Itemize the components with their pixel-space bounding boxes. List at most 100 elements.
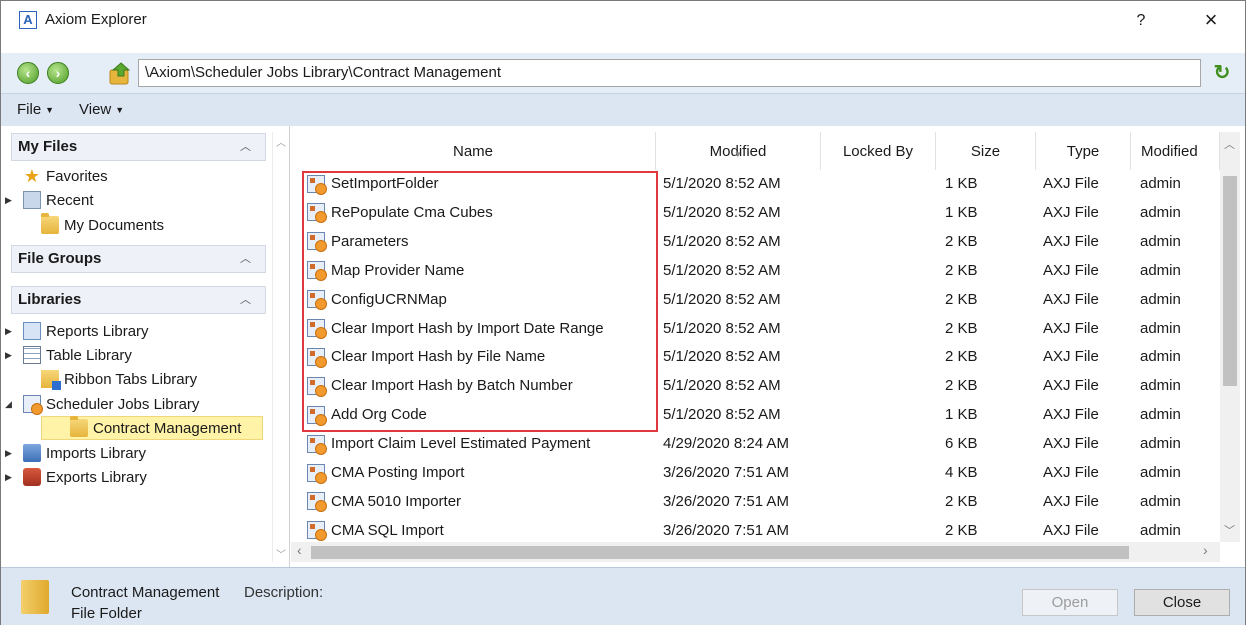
modified-by-cell: admin: [1140, 319, 1181, 337]
path-field[interactable]: \Axiom\Scheduler Jobs Library\Contract M…: [138, 59, 1201, 87]
tree-item-imports-library[interactable]: ▶ Imports Library: [5, 441, 146, 465]
size-cell: 4 KB: [945, 464, 978, 481]
scroll-up-icon[interactable]: ︿: [276, 134, 286, 149]
selected-item-type: File Folder: [71, 605, 142, 622]
file-name-cell: CMA 5010 Importer: [307, 487, 657, 516]
type-cell: AXJ File: [1043, 521, 1099, 539]
column-header-modified[interactable]: ▼ Modified: [656, 132, 821, 170]
modified-cell: 5/1/2020 8:52 AM: [663, 406, 781, 424]
type-cell: AXJ File: [1043, 464, 1099, 481]
table-row[interactable]: Parameters 5/1/2020 8:52 AM 2 KB AXJ File ad…: [291, 227, 1211, 256]
table-row[interactable]: Clear Import Hash by File Name 5/1/2020 8…: [291, 342, 1211, 371]
scheduler-job-icon: [307, 492, 327, 513]
dropdown-arrow-icon: ▼: [115, 105, 125, 116]
tree-item-exports-library[interactable]: ▶ Exports Library: [5, 465, 147, 489]
table-row[interactable]: Map Provider Name 5/1/2020 8:52 AM 2 KB AXJ…: [291, 256, 1211, 285]
tree-item-scheduler-jobs-library[interactable]: ◢ Scheduler Jobs Library: [5, 392, 199, 416]
view-menu-label: View: [79, 101, 112, 118]
scroll-down-icon[interactable]: ﹀: [1224, 522, 1235, 538]
expand-arrow-icon[interactable]: ▶: [5, 472, 17, 483]
table-row[interactable]: CMA 5010 Importer 3/26/2020 7:51 AM 2 KB AX…: [291, 487, 1211, 516]
back-button[interactable]: ‹: [17, 62, 39, 84]
table-row[interactable]: RePopulate Cma Cubes 5/1/2020 8:52 AM 1 KB…: [291, 198, 1211, 227]
tree-item-table-library[interactable]: ▶ Table Library: [5, 343, 132, 367]
table-row[interactable]: SetImportFolder 5/1/2020 8:52 AM 1 KB AXJ F…: [291, 169, 1211, 198]
scroll-left-icon[interactable]: ‹: [297, 542, 302, 558]
table-row[interactable]: Add Org Code 5/1/2020 8:52 AM 1 KB AXJ File…: [291, 400, 1211, 429]
open-button[interactable]: Open: [1022, 589, 1118, 616]
table-row[interactable]: Import Claim Level Estimated Payment 4/29…: [291, 429, 1211, 458]
scheduler-job-icon: [307, 347, 327, 368]
modified-by-cell: admin: [1140, 521, 1181, 539]
file-name-cell: CMA SQL Import: [307, 516, 657, 545]
tree-item-ribbon-tabs-library[interactable]: Ribbon Tabs Library: [41, 367, 197, 391]
tree-item-favorites[interactable]: ★ Favorites: [23, 164, 108, 188]
type-cell: AXJ File: [1043, 435, 1099, 453]
modified-cell: 3/26/2020 7:51 AM: [663, 492, 789, 510]
tree-item-label: Contract Management: [93, 419, 242, 437]
scheduler-job-icon: [307, 434, 327, 455]
description-label: Description:: [244, 584, 324, 601]
table-row[interactable]: Clear Import Hash by Import Date Range 5/…: [291, 314, 1211, 343]
axiom-explorer-window: A Axiom Explorer ? × ‹ › \Axiom\Schedule…: [0, 0, 1246, 625]
table-row[interactable]: ConfigUCRNMap 5/1/2020 8:52 AM 2 KB AXJ Fil…: [291, 285, 1211, 314]
tree-item-my-documents[interactable]: My Documents: [41, 213, 164, 237]
refresh-icon: ↻: [1213, 62, 1231, 84]
expand-arrow-icon[interactable]: ▶: [5, 448, 17, 459]
close-button[interactable]: Close: [1134, 589, 1230, 616]
horizontal-scroll-thumb[interactable]: [311, 546, 1129, 559]
column-header-name[interactable]: Name: [291, 132, 656, 170]
modified-by-cell: admin: [1140, 377, 1181, 395]
file-name: ConfigUCRNMap: [331, 290, 447, 308]
my-files-header[interactable]: My Files ︿: [11, 133, 266, 161]
libraries-header[interactable]: Libraries ︿: [11, 286, 266, 314]
expand-arrow-icon[interactable]: ▶: [5, 350, 17, 361]
details-bar: Contract Management File Folder Descript…: [1, 567, 1245, 625]
title-bar: A Axiom Explorer ? ×: [1, 1, 1245, 41]
scheduler-job-icon: [307, 290, 327, 311]
modified-cell: 5/1/2020 8:52 AM: [663, 175, 781, 192]
address-bar: ‹ › \Axiom\Scheduler Jobs Library\Contra…: [1, 53, 1245, 93]
size-cell: 1 KB: [945, 203, 978, 221]
up-folder-icon: [109, 62, 131, 85]
navigation-scrollbar[interactable]: ︿ ﹀: [272, 132, 289, 562]
collapse-arrow-icon[interactable]: ◢: [5, 399, 17, 410]
modified-cell: 5/1/2020 8:52 AM: [663, 377, 781, 395]
table-row[interactable]: CMA SQL Import 3/26/2020 7:51 AM 2 KB AXJ F…: [291, 516, 1211, 545]
locked-by-cell: [821, 371, 941, 400]
table-row[interactable]: CMA Posting Import 3/26/2020 7:51 AM 4 KB A…: [291, 458, 1211, 487]
vertical-scroll-thumb[interactable]: [1223, 176, 1237, 386]
tree-item-recent[interactable]: ▶ Recent: [5, 188, 94, 212]
expand-arrow-icon[interactable]: ▶: [5, 326, 17, 337]
refresh-button[interactable]: ↻: [1211, 63, 1233, 85]
file-name: Import Claim Level Estimated Payment: [331, 435, 591, 453]
tree-item-label: Imports Library: [46, 444, 147, 462]
table-row[interactable]: Clear Import Hash by Batch Number 5/1/202…: [291, 371, 1211, 400]
scroll-right-icon[interactable]: ›: [1203, 542, 1208, 558]
column-header-size[interactable]: Size: [936, 132, 1036, 170]
horizontal-scrollbar[interactable]: ‹ ›: [291, 542, 1220, 562]
scroll-up-icon[interactable]: ︿: [1224, 136, 1235, 152]
vertical-scrollbar[interactable]: ︿ ﹀: [1220, 132, 1240, 542]
navigation-panel: My Files ︿ ★ Favorites ▶ Recent My Docum…: [1, 126, 290, 567]
window-close-button[interactable]: ×: [1197, 7, 1225, 35]
tree-item-reports-library[interactable]: ▶ Reports Library: [5, 319, 149, 343]
modified-cell: 5/1/2020 8:52 AM: [663, 232, 781, 250]
scroll-down-icon[interactable]: ﹀: [276, 546, 286, 561]
scheduler-job-icon: [307, 463, 327, 484]
file-menu[interactable]: File ▼: [17, 101, 54, 118]
view-menu[interactable]: View ▼: [79, 101, 124, 118]
forward-button[interactable]: ›: [47, 62, 69, 84]
locked-by-cell: [821, 429, 941, 458]
column-header-modified-by[interactable]: Modified: [1131, 132, 1220, 170]
help-button[interactable]: ?: [1129, 9, 1153, 33]
expand-arrow-icon[interactable]: ▶: [5, 195, 17, 206]
up-folder-button[interactable]: [107, 59, 133, 87]
column-header-locked-by[interactable]: Locked By: [821, 132, 936, 170]
file-groups-header[interactable]: File Groups ︿: [11, 245, 266, 273]
column-header-type[interactable]: Type: [1036, 132, 1131, 170]
chevron-up-icon: ︿: [240, 294, 251, 306]
tree-item-contract-management[interactable]: Contract Management: [41, 416, 263, 440]
file-name-cell: RePopulate Cma Cubes: [307, 198, 657, 227]
type-cell: AXJ File: [1043, 290, 1099, 308]
